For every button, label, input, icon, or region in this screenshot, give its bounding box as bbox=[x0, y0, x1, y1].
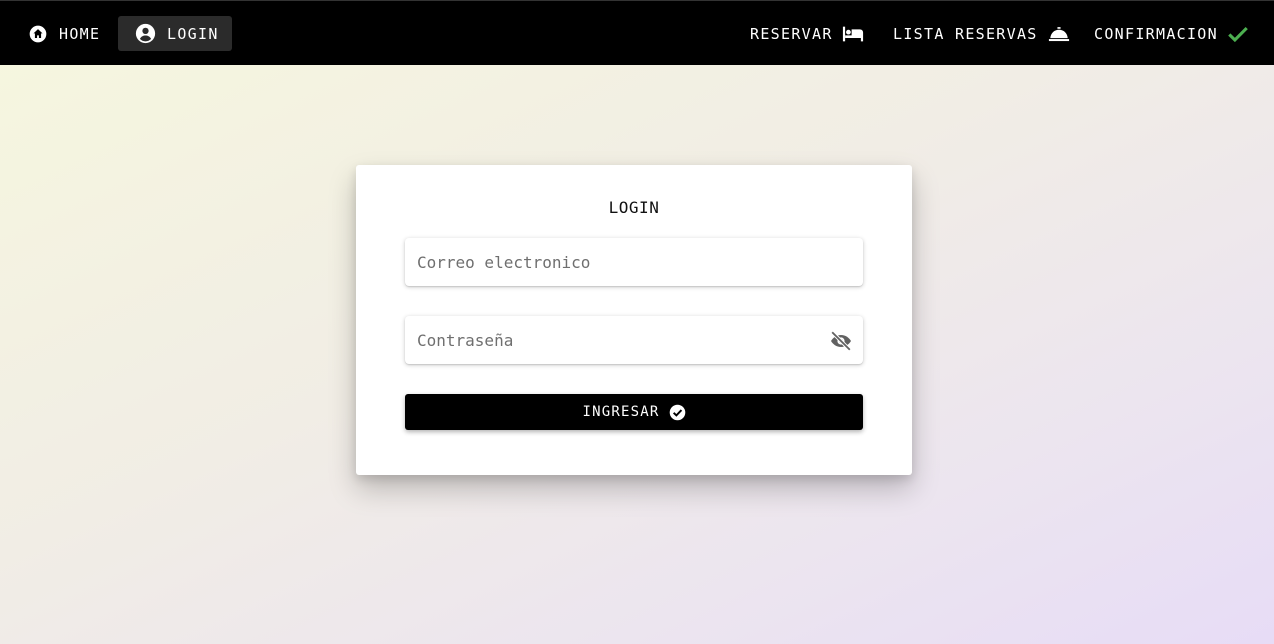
top-navbar: HOME LOGIN RESERVAR LISTA RESERVAS CONFI… bbox=[0, 0, 1274, 65]
nav-confirmacion-label: CONFIRMACION bbox=[1094, 24, 1218, 43]
email-field bbox=[405, 238, 863, 286]
ingresar-button-label: INGRESAR bbox=[582, 404, 660, 420]
nav-home-label: HOME bbox=[59, 24, 101, 43]
check-circle-icon bbox=[669, 404, 686, 421]
room-service-icon bbox=[1048, 25, 1070, 43]
nav-lista-reservas-button[interactable]: LISTA RESERVAS bbox=[883, 16, 1080, 51]
eye-off-icon[interactable] bbox=[829, 329, 852, 352]
nav-login-label: LOGIN bbox=[167, 24, 219, 43]
nav-reservar-button[interactable]: RESERVAR bbox=[740, 16, 874, 51]
email-input[interactable] bbox=[405, 238, 863, 286]
nav-home-button[interactable]: HOME bbox=[18, 16, 110, 51]
ingresar-button[interactable]: INGRESAR bbox=[405, 394, 863, 430]
password-input[interactable] bbox=[405, 316, 863, 364]
bed-icon bbox=[842, 25, 864, 43]
home-icon bbox=[28, 24, 48, 44]
password-field bbox=[405, 316, 863, 364]
login-title: LOGIN bbox=[608, 198, 660, 217]
nav-lista-reservas-label: LISTA RESERVAS bbox=[893, 24, 1038, 43]
nav-confirmacion-button[interactable]: CONFIRMACION bbox=[1084, 16, 1259, 51]
nav-reservar-label: RESERVAR bbox=[750, 24, 833, 43]
login-card: LOGIN INGRESAR bbox=[356, 165, 912, 475]
account-circle-icon bbox=[135, 23, 156, 44]
check-icon bbox=[1227, 25, 1249, 43]
nav-login-button[interactable]: LOGIN bbox=[118, 16, 232, 51]
